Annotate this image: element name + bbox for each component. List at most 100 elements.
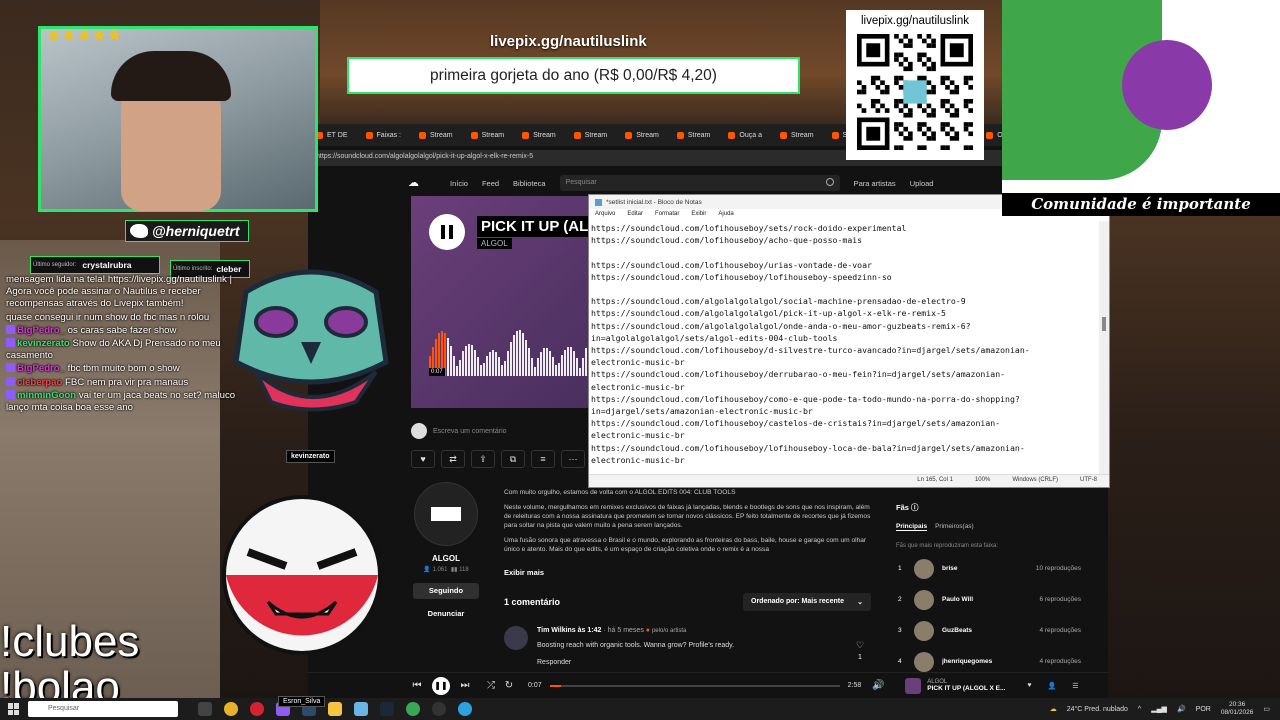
repeat-icon[interactable]: ↻ [500, 680, 518, 691]
fan-row[interactable]: 2 Paulo Will 6 reproduções [896, 584, 1081, 615]
previous-icon[interactable]: ⏮ [408, 680, 426, 691]
weather-text[interactable]: 24°C Pred. nublado [1067, 706, 1128, 713]
waveform-bar [525, 339, 527, 376]
telegram-icon[interactable] [458, 702, 472, 716]
share-button[interactable]: ⇪ [471, 450, 495, 468]
browser-tab[interactable]: Stream [411, 126, 461, 144]
steam-2-icon[interactable] [380, 702, 394, 716]
task-view-icon[interactable] [198, 702, 212, 716]
browser-tab[interactable]: Stream [566, 126, 616, 144]
fan-avatar[interactable] [914, 651, 934, 672]
qr-module [949, 89, 955, 95]
browser-tab[interactable]: Stream [617, 126, 667, 144]
notepad-menu-item[interactable]: Arquivo [595, 211, 615, 219]
next-icon[interactable]: ⏭ [456, 680, 474, 691]
soundcloud-logo-icon[interactable]: ☁ [408, 178, 436, 189]
scrollbar-thumb[interactable] [1102, 317, 1106, 331]
show-more-link[interactable]: Exibir mais [504, 568, 544, 577]
browser-tab[interactable]: Stream [772, 126, 822, 144]
nav-library[interactable]: Biblioteca [513, 179, 546, 188]
fan-name[interactable]: brise [942, 565, 1036, 572]
fan-name[interactable]: Paulo Will [942, 596, 1039, 603]
commenter-avatar[interactable] [504, 626, 528, 650]
fan-avatar[interactable] [914, 558, 934, 579]
follow-icon[interactable]: 👤 [1048, 682, 1057, 690]
fan-name[interactable]: jhenriquegomes [942, 658, 1039, 665]
reply-link[interactable]: Responder [537, 659, 571, 666]
queue-icon[interactable]: ☰ [1072, 682, 1078, 690]
browser-tab[interactable]: Stream [463, 126, 513, 144]
notifications-icon[interactable]: ▭ [1263, 705, 1270, 713]
chat-badge-icon [6, 389, 15, 399]
notepad-menu-item[interactable]: Editar [627, 211, 643, 219]
copy-link-button[interactable]: ⧉ [501, 450, 525, 468]
volume-icon[interactable]: 🔊 [869, 680, 887, 691]
now-playing[interactable]: ALGOL PICK IT UP (ALGOL X E... ♥ 👤 ☰ [905, 677, 1079, 694]
file-explorer-icon[interactable] [328, 702, 342, 716]
tab-first-fans[interactable]: Primeiros(as) [935, 523, 974, 531]
nav-feed[interactable]: Feed [482, 179, 499, 188]
search-icon[interactable] [825, 178, 834, 186]
fan-row[interactable]: 1 brise 10 reproduções [896, 553, 1081, 584]
like-button[interactable]: ♥ [411, 450, 435, 468]
browser-tab[interactable]: Ouça a [720, 126, 770, 144]
notepad-menu-item[interactable]: Exibir [691, 211, 706, 219]
obs-icon[interactable] [432, 702, 446, 716]
speaker-icon[interactable]: 🔊 [1177, 705, 1186, 713]
notepad-menu-item[interactable]: Formatar [655, 211, 679, 219]
qr-module [861, 89, 867, 95]
search-input[interactable]: Pesquisar [559, 175, 840, 191]
windows-start-icon[interactable] [8, 703, 20, 715]
qr-module [898, 61, 904, 67]
tab-top-fans[interactable]: Principais [896, 523, 928, 531]
like-icon[interactable]: ♥ [1027, 682, 1031, 689]
report-link[interactable]: Denunciar [411, 609, 481, 618]
info-icon[interactable]: ⓘ [911, 503, 919, 512]
fan-name[interactable]: GuzBeats [942, 627, 1039, 634]
network-icon[interactable]: ▂▄▆ [1151, 705, 1167, 713]
qr-module [949, 80, 955, 86]
now-playing-title[interactable]: PICK IT UP (ALGOL X E... [927, 685, 1005, 692]
browser-tab[interactable]: Stream [669, 126, 719, 144]
sort-dropdown[interactable]: Ordenado por: Mais recente ⌄ [743, 593, 871, 611]
browser-tab[interactable]: Stream [514, 126, 564, 144]
comment-author[interactable]: Tim Wilkins às 1:42 · há 5 meses ● pelo/… [537, 627, 686, 634]
qr-module [880, 80, 885, 86]
fan-avatar[interactable] [914, 620, 934, 641]
tray-chevron-icon[interactable]: ^ [1138, 706, 1141, 713]
artist-name[interactable]: ALGOL [411, 554, 481, 563]
fan-avatar[interactable] [914, 589, 934, 610]
comment-user[interactable]: Tim Wilkins às 1:42 [537, 627, 601, 634]
opera-icon[interactable] [250, 702, 264, 716]
qr-module [963, 126, 969, 132]
shuffle-icon[interactable]: ⤮ [482, 680, 500, 691]
nav-home[interactable]: Início [450, 179, 468, 188]
notepad-scrollbar[interactable] [1099, 221, 1109, 475]
nav-upload[interactable]: Upload [910, 179, 934, 188]
pause-icon[interactable]: ❚❚ [432, 676, 450, 695]
add-to-playlist-button[interactable]: ≡ [531, 450, 555, 468]
address-bar[interactable]: https://soundcloud.com/algolalgolalgol/p… [308, 150, 1108, 166]
chrome-2-icon[interactable] [406, 702, 420, 716]
comment-input[interactable]: Escreva um comentário [411, 422, 591, 440]
progress-bar[interactable] [549, 684, 840, 687]
taskbar-search[interactable]: Pesquisar [28, 701, 178, 717]
following-button[interactable]: Seguindo [413, 583, 479, 599]
nav-for-artists[interactable]: Para artistas [854, 179, 896, 188]
artist-avatar[interactable] [414, 482, 478, 546]
notepad-menu-item[interactable]: Ajuda [718, 211, 733, 219]
track-artist[interactable]: ALGOL [477, 238, 512, 249]
comment-like-icon[interactable]: ♡ [856, 640, 864, 651]
browser-tab[interactable]: Faixas : [358, 126, 410, 144]
more-button[interactable]: ⋯ [561, 450, 585, 468]
fan-row[interactable]: 3 GuzBeats 4 reproduções [896, 615, 1081, 646]
notepad-taskbar-icon[interactable] [354, 702, 368, 716]
pause-button[interactable] [429, 214, 465, 250]
chrome-icon[interactable] [224, 702, 238, 716]
language[interactable]: POR [1196, 706, 1211, 713]
weather-icon[interactable]: ☁ [1050, 705, 1057, 713]
command-clubes: !clubes [0, 617, 140, 666]
notepad-textarea[interactable]: https://soundcloud.com/lofihouseboy/sets… [591, 222, 1089, 464]
repost-button[interactable]: ⇄ [441, 450, 465, 468]
clock[interactable]: 20:36 08/01/2026 [1221, 701, 1254, 717]
